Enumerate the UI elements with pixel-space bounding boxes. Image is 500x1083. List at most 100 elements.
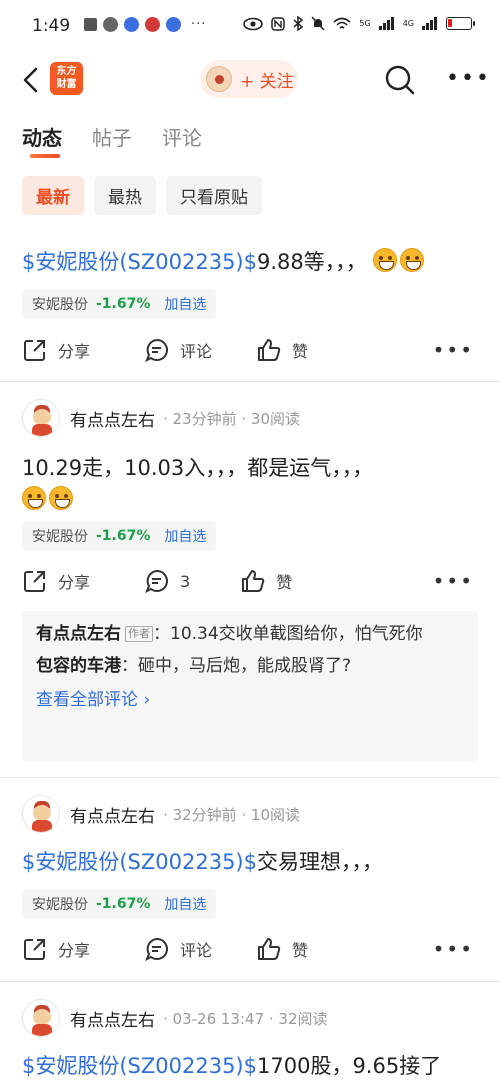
share-label: 分享 [58, 342, 91, 361]
comment-separator: ： [121, 656, 138, 676]
stock-name: 安妮股份 [32, 529, 88, 545]
post-divider [0, 777, 500, 778]
like-label: 赞 [292, 342, 309, 361]
comment-button[interactable]: 3 [144, 568, 190, 594]
post-actions: 分享 3 赞 ••• [22, 565, 478, 597]
gallery-icon [84, 18, 97, 31]
filter-original-only[interactable]: 只看原贴 [166, 176, 262, 215]
grin-emoji-icon [373, 248, 398, 272]
avatar[interactable] [22, 399, 60, 437]
share-icon [24, 340, 45, 361]
comment-preview: 有点点左右 作者 ：10.34交收单截图给你，怕气死你 包容的车港：砸中，马后炮，能… [22, 611, 478, 761]
post-meta: · 32分钟前 · 10阅读 [163, 805, 301, 824]
grin-emoji-icon [400, 248, 425, 272]
tab-label: 帖子 [92, 126, 132, 150]
comment-item[interactable]: 有点点左右 作者 ：10.34交收单截图给你，怕气死你 [36, 621, 464, 647]
more-options-icon[interactable]: ••• [433, 569, 474, 593]
avatar [206, 66, 232, 92]
stock-link[interactable]: $安妮股份(SZ002235)$ [22, 1054, 257, 1078]
comment-item[interactable]: 包容的车港：砸中，马后炮，能成股肾了? [36, 653, 464, 679]
tab-comments[interactable]: 评论 [162, 122, 202, 151]
post-actions: 分享 评论 赞 ••• [22, 334, 478, 366]
filter-hot[interactable]: 最热 [94, 176, 156, 215]
search-icon[interactable] [384, 64, 416, 96]
app-icon [166, 17, 181, 32]
signal-icon [422, 17, 437, 30]
post-meta: · 03-26 13:47 · 32阅读 [163, 1009, 328, 1028]
post-author-row: 有点点左右 · 03-26 13:47 · 32阅读 [22, 999, 328, 1037]
comment-author[interactable]: 有点点左右 [36, 624, 121, 644]
tab-posts[interactable]: 帖子 [92, 122, 132, 151]
nfc-icon [271, 16, 286, 31]
bluetooth-icon [293, 16, 304, 31]
stock-change: -1.67% [96, 528, 151, 544]
post-text: 10.29走，10.03入，，，都是运气，，， [22, 456, 374, 480]
stock-link[interactable]: $安妮股份(SZ002235)$ [22, 850, 257, 874]
share-icon [24, 571, 45, 592]
like-button[interactable]: 赞 [256, 936, 308, 962]
mute-icon [311, 16, 325, 31]
post-divider [0, 381, 500, 382]
back-arrow-icon[interactable] [18, 64, 46, 96]
like-button[interactable]: 赞 [256, 337, 308, 363]
comment-icon [145, 569, 168, 594]
author-name[interactable]: 有点点左右 [70, 1006, 155, 1031]
share-label: 分享 [58, 573, 91, 592]
thumbs-up-icon [258, 339, 281, 361]
tab-label: 评论 [162, 126, 202, 150]
like-label: 赞 [276, 573, 293, 592]
more-options-icon[interactable]: ••• [433, 937, 474, 961]
stock-link[interactable]: $安妮股份(SZ002235)$ [22, 250, 257, 274]
stock-name: 安妮股份 [32, 897, 88, 913]
add-watchlist-button[interactable]: 加自选 [164, 894, 206, 914]
share-label: 分享 [58, 941, 91, 960]
share-button[interactable]: 分享 [22, 568, 90, 594]
post-text: 9.88等，，， [257, 250, 367, 274]
thumbs-up-icon [242, 570, 265, 592]
post-author-row: 有点点左右 · 23分钟前 · 30阅读 [22, 399, 300, 437]
stock-tag[interactable]: 安妮股份 -1.67% 加自选 [22, 290, 217, 318]
post-author-row: 有点点左右 · 32分钟前 · 10阅读 [22, 795, 300, 833]
post-text: 交易理想，，， [257, 850, 383, 874]
author-name[interactable]: 有点点左右 [70, 406, 155, 431]
more-notifications-icon: ··· [191, 17, 207, 32]
app-icon [145, 17, 160, 32]
comment-icon [145, 937, 168, 962]
app-icon [124, 17, 139, 32]
filter-bar: 最新 最热 只看原贴 [22, 176, 262, 215]
battery-level [448, 19, 452, 27]
comment-author[interactable]: 包容的车港 [36, 656, 121, 676]
stock-change: -1.67% [96, 896, 151, 912]
stock-tag[interactable]: 安妮股份 -1.67% 加自选 [22, 522, 217, 550]
avatar[interactable] [22, 795, 60, 833]
view-all-comments-link[interactable]: 查看全部评论 › [36, 685, 464, 710]
more-options-icon[interactable]: ••• [446, 66, 491, 91]
avatar[interactable] [22, 999, 60, 1037]
stock-tag[interactable]: 安妮股份 -1.67% 加自选 [22, 890, 217, 918]
follow-button[interactable]: + 关注 [200, 60, 298, 98]
post-meta: · 23分钟前 · 30阅读 [163, 409, 301, 428]
network-type-label: 5G [359, 19, 371, 28]
add-watchlist-button[interactable]: 加自选 [164, 526, 206, 546]
add-watchlist-button[interactable]: 加自选 [164, 294, 206, 314]
filter-latest[interactable]: 最新 [22, 176, 84, 215]
wechat-icon [103, 17, 118, 32]
like-button[interactable]: 赞 [240, 568, 292, 594]
author-name[interactable]: 有点点左右 [70, 802, 155, 827]
post-content[interactable]: $安妮股份(SZ002235)$交易理想，，， [22, 846, 478, 878]
post-actions: 分享 评论 赞 ••• [22, 933, 478, 965]
tab-dynamics[interactable]: 动态 [22, 122, 62, 158]
post-content[interactable]: $安妮股份(SZ002235)$1700股，9.65接了 [22, 1050, 478, 1082]
thumbs-up-icon [258, 938, 281, 960]
eye-icon [243, 17, 264, 30]
more-options-icon[interactable]: ••• [433, 338, 474, 362]
share-button[interactable]: 分享 [22, 936, 90, 962]
comment-button[interactable]: 评论 [144, 936, 212, 962]
comment-button[interactable]: 评论 [144, 337, 212, 363]
comment-icon [145, 338, 168, 363]
post-content[interactable]: 10.29走，10.03入，，，都是运气，，， [22, 452, 478, 516]
share-button[interactable]: 分享 [22, 337, 90, 363]
post-content[interactable]: $安妮股份(SZ002235)$9.88等，，， [22, 246, 478, 278]
active-tab-indicator [30, 154, 60, 158]
post-text: 1700股，9.65接了 [257, 1054, 442, 1078]
